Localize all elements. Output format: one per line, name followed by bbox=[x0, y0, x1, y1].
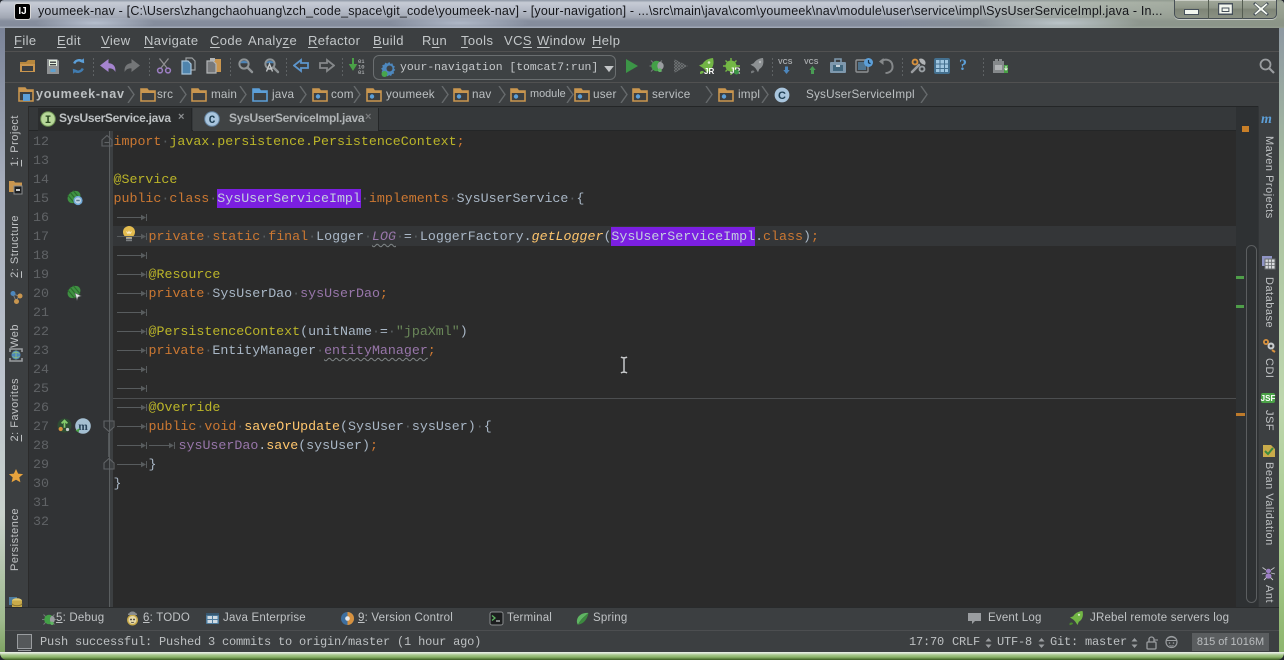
svg-text:m: m bbox=[78, 421, 88, 433]
svg-text:VCS: VCS bbox=[804, 59, 819, 66]
svg-text:C: C bbox=[209, 115, 216, 127]
svg-text:C: C bbox=[778, 90, 786, 102]
svg-text:JR: JR bbox=[704, 67, 714, 76]
svg-text:I: I bbox=[45, 115, 52, 127]
svg-text:JSF: JSF bbox=[1261, 394, 1276, 403]
svg-text:VCS: VCS bbox=[778, 59, 793, 66]
svg-text:01: 01 bbox=[358, 69, 365, 75]
